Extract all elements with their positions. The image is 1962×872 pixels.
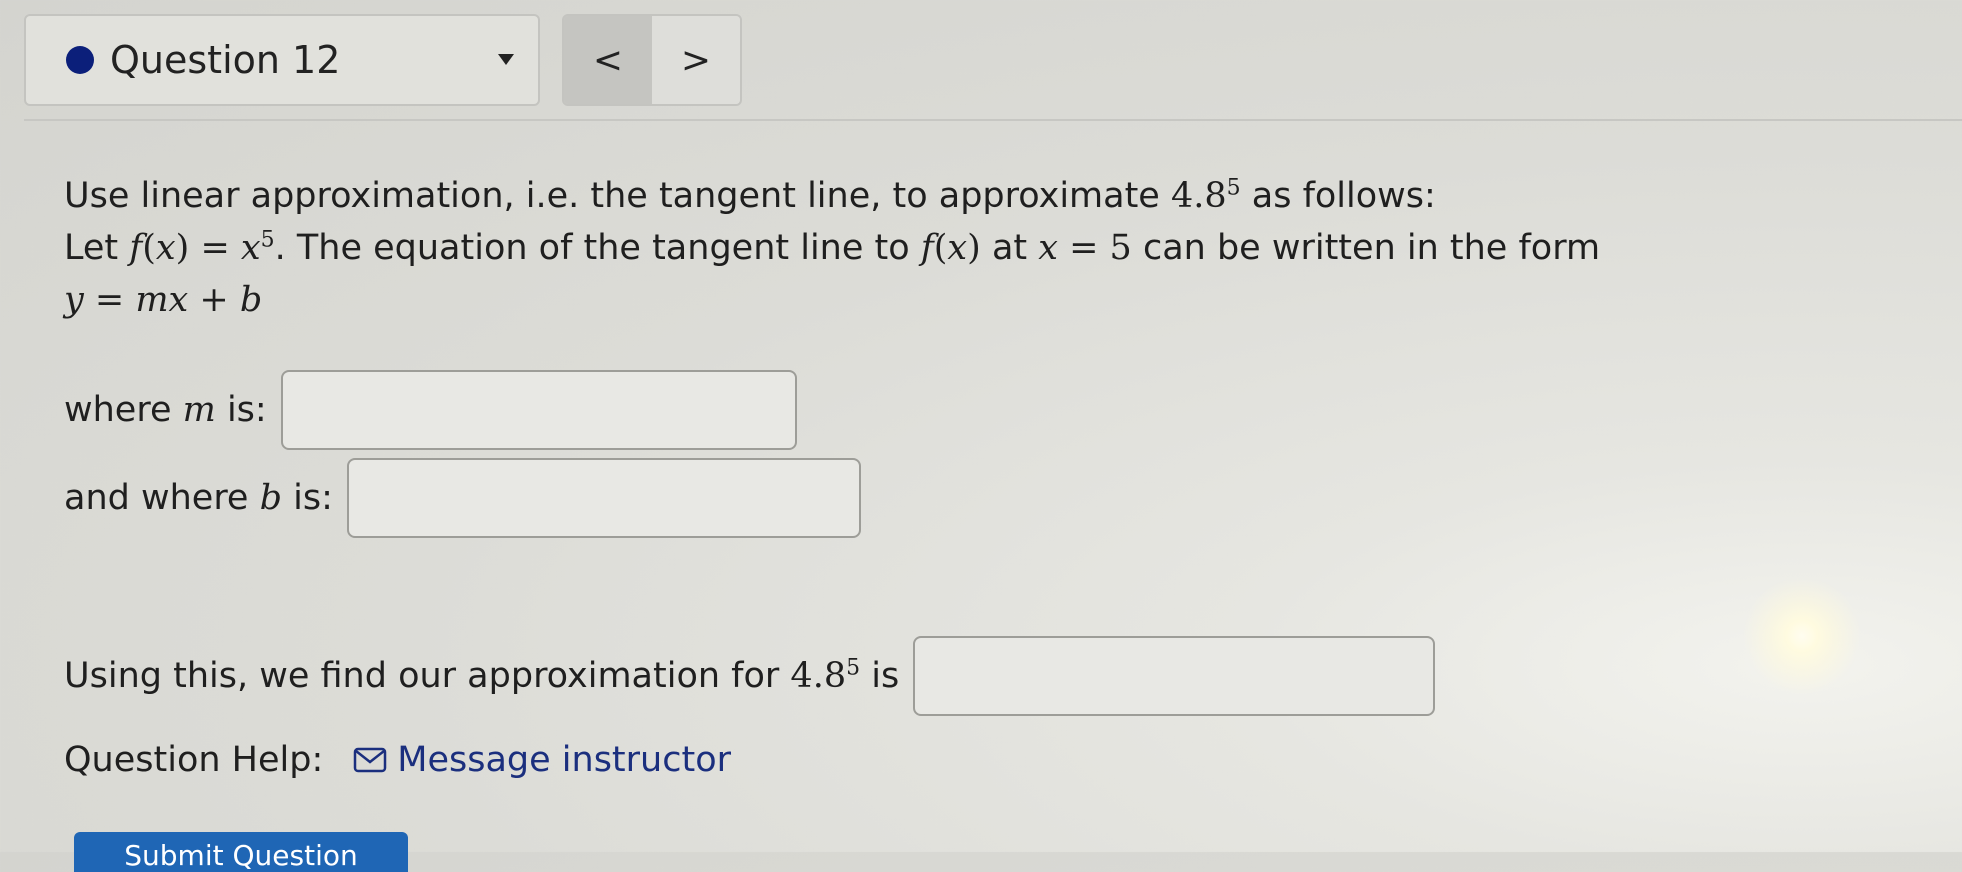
message-instructor-label: Message instructor	[397, 740, 731, 780]
screen-glare	[1742, 576, 1862, 696]
message-instructor-link[interactable]: Message instructor	[353, 740, 731, 780]
math-function: f	[920, 228, 934, 268]
problem-text: . The equation of the tangent line to	[274, 228, 921, 268]
problem-line-2: Let f(x) = x5. The equation of the tange…	[64, 222, 1864, 274]
math-variable: b	[239, 280, 263, 320]
chevron-left-icon: <	[592, 39, 624, 81]
math-variable: x	[155, 228, 176, 268]
envelope-icon	[354, 747, 387, 773]
slope-field-row: where m is:	[64, 370, 797, 450]
math-variable: x	[1038, 228, 1058, 268]
math-base: 4.8	[1170, 176, 1227, 216]
intercept-field-row: and where b is:	[64, 458, 861, 538]
math-variable: x	[947, 228, 968, 268]
math-paren: (	[142, 228, 156, 268]
math-equals-value: = 5	[1057, 228, 1132, 268]
approximation-answer-input[interactable]	[913, 636, 1436, 716]
slope-answer-input[interactable]	[280, 370, 797, 450]
problem-text: Use linear approximation, i.e. the tange…	[64, 176, 1171, 216]
math-term: mx	[135, 280, 189, 320]
submit-question-button[interactable]: Submit Question	[74, 832, 408, 872]
next-question-button[interactable]: >	[652, 16, 740, 104]
submit-question-label: Submit Question	[124, 839, 358, 872]
math-exponent: 5	[260, 227, 275, 253]
previous-question-button[interactable]: <	[564, 16, 652, 104]
math-plus: +	[188, 280, 240, 320]
approximation-label: Using this, we find our approximation fo…	[64, 655, 900, 696]
problem-text: at	[980, 228, 1039, 268]
question-nav-group: < >	[562, 14, 742, 106]
toolbar-divider	[24, 119, 1962, 121]
problem-line-1: Use linear approximation, i.e. the tange…	[64, 170, 1864, 222]
approximation-field-row: Using this, we find our approximation fo…	[64, 636, 1436, 716]
question-label: Question 12	[110, 38, 341, 82]
math-function: f	[129, 228, 143, 268]
math-variable: x	[240, 228, 261, 268]
math-exponent: 5	[1226, 175, 1241, 201]
problem-text: can be written in the form	[1131, 228, 1601, 268]
intercept-answer-input[interactable]	[346, 458, 861, 538]
question-help-row: Question Help: Message instructor	[64, 740, 731, 780]
question-help-label: Question Help:	[64, 740, 324, 780]
question-toolbar: Question 12 < >	[0, 0, 1962, 122]
math-equals: =	[189, 228, 241, 268]
caret-down-icon	[498, 54, 514, 65]
intercept-label: and where b is:	[64, 478, 333, 518]
chevron-right-icon: >	[680, 39, 712, 81]
problem-text: Let	[64, 228, 130, 268]
math-variable: y	[64, 280, 84, 320]
math-paren: (	[933, 228, 948, 268]
problem-statement: Use linear approximation, i.e. the tange…	[64, 170, 1864, 326]
math-paren: )	[175, 228, 190, 268]
slope-label: where m is:	[64, 390, 267, 430]
problem-text: as follows:	[1240, 176, 1436, 216]
math-equals: =	[83, 280, 136, 320]
problem-line-3: y = mx + b	[64, 274, 1864, 326]
question-selector[interactable]: Question 12	[24, 14, 540, 106]
math-paren: )	[967, 228, 981, 268]
question-status-dot	[66, 46, 94, 74]
